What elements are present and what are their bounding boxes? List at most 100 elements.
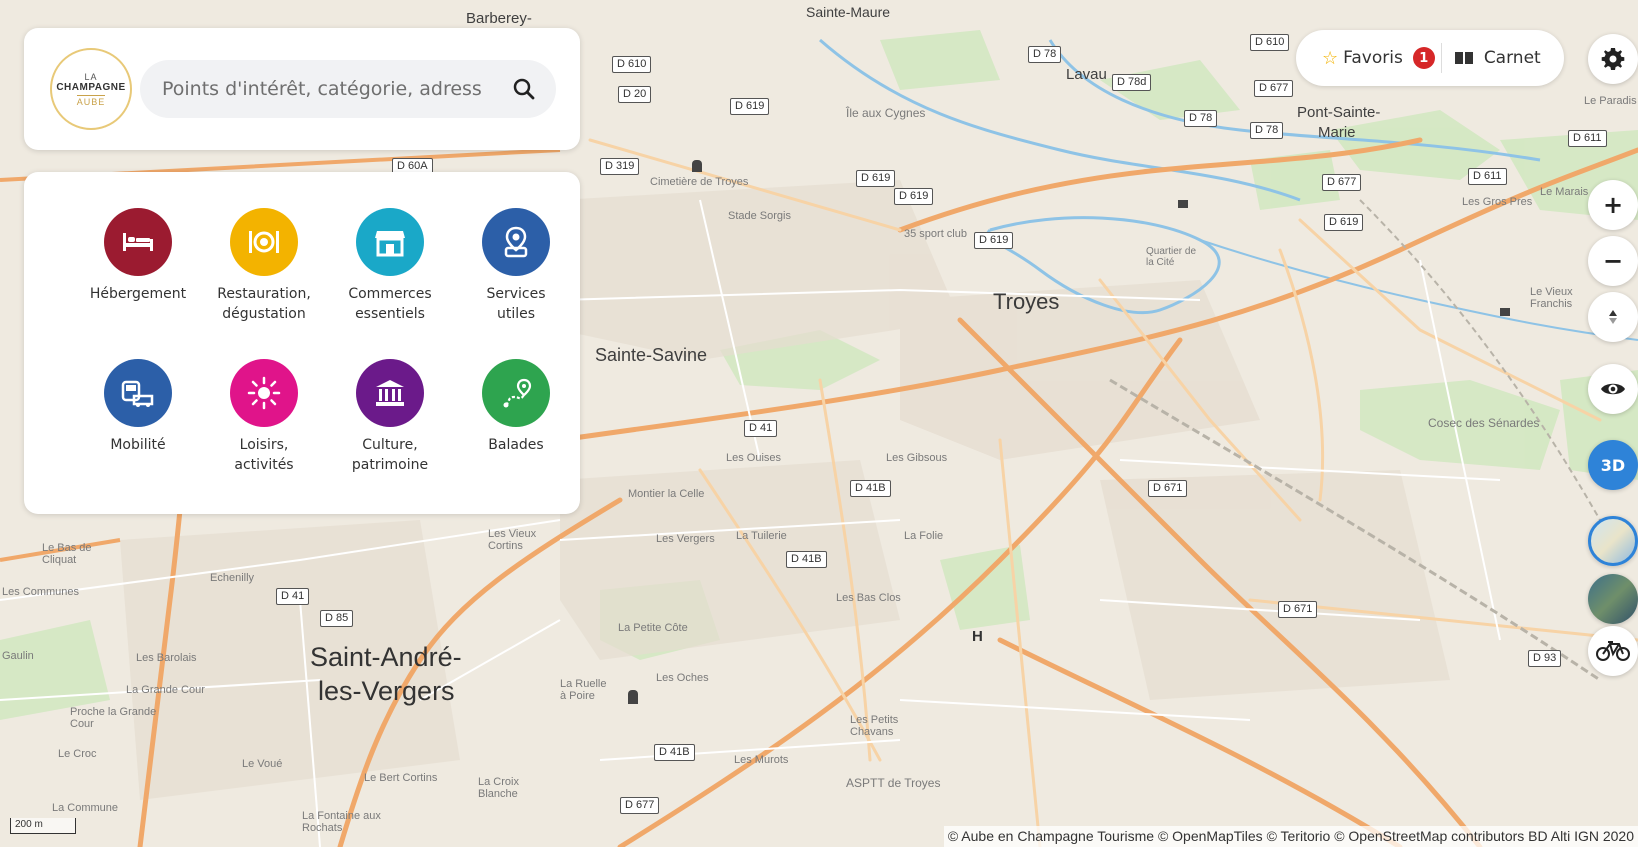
- map-label-la-grande-cour: La Grande Cour: [126, 684, 205, 696]
- search-input[interactable]: [162, 78, 482, 100]
- category-hebergement[interactable]: Hébergement: [72, 208, 204, 304]
- hospital-icon[interactable]: H: [972, 628, 983, 645]
- poi-marker-icon[interactable]: [692, 160, 702, 172]
- category-label: Mobilité: [110, 437, 166, 453]
- road-shield: D 78: [1028, 46, 1062, 63]
- road-shield: D 85: [320, 610, 354, 627]
- settings-button[interactable]: [1588, 34, 1638, 84]
- satellite-button[interactable]: [1588, 574, 1638, 624]
- scale-bar: 200 m: [10, 818, 76, 834]
- category-balades[interactable]: Balades: [450, 359, 582, 455]
- map-label-le-bas-de-cliquat: Le Bas de Cliquat: [42, 542, 92, 566]
- map-label-la-commune: La Commune: [52, 802, 119, 814]
- road-shield: D 41: [276, 588, 310, 605]
- route-icon: [503, 378, 532, 408]
- category-label: Restauration, dégustation: [217, 286, 311, 322]
- category-restauration[interactable]: Restauration, dégustation: [198, 208, 330, 324]
- map-label-les-gibsous: Les Gibsous: [886, 452, 948, 464]
- road-shield: D 671: [1148, 480, 1188, 497]
- map-label-proche-la-grande-cour: Proche la Grande Cour: [70, 706, 157, 730]
- map-label-le-croc: Le Croc: [58, 748, 97, 760]
- poi-marker-icon[interactable]: [1178, 200, 1188, 208]
- minus-icon: −: [1602, 247, 1624, 275]
- road-shield: D 610: [1250, 34, 1290, 51]
- search-icon[interactable]: [510, 75, 538, 103]
- map-label-saint-andre-1: Saint-André-: [310, 642, 462, 672]
- map-label-troyes: Troyes: [993, 289, 1060, 314]
- poi-marker-icon[interactable]: [628, 690, 638, 704]
- map-style-button[interactable]: [1588, 516, 1638, 566]
- map-label-sainte-maure: Sainte-Maure: [806, 4, 891, 20]
- map-label-le-paradis: Le Paradis: [1584, 95, 1637, 107]
- road-shield: D 619: [856, 170, 896, 187]
- road-shield: D 619: [730, 98, 770, 115]
- map-label-les-murots: Les Murots: [734, 754, 789, 766]
- map-label-les-petits-chavans: Les Petits Chavans: [850, 714, 899, 738]
- map-label-pont-sainte-2: Marie: [1318, 124, 1356, 141]
- poi-marker-icon[interactable]: [1500, 308, 1510, 316]
- map-label-les-barolais: Les Barolais: [136, 652, 197, 664]
- map-label-35-sport-club: 35 sport club: [904, 228, 967, 240]
- map-label-le-marais: Le Marais: [1540, 186, 1589, 198]
- zoom-in-button[interactable]: +: [1588, 180, 1638, 230]
- compass-icon: [1609, 310, 1617, 324]
- map-label-la-folie: La Folie: [904, 530, 944, 542]
- map-label-les-vieux-cortins: Les Vieux Cortins: [488, 528, 537, 552]
- map-label-sainte-savine: Sainte-Savine: [595, 345, 708, 365]
- map-label-montier: Montier la Celle: [628, 488, 705, 500]
- map-label-cosec: Cosec des Sénardes: [1428, 416, 1540, 430]
- category-panel: Hébergement Restauration, dégustation Co…: [24, 172, 580, 514]
- bike-button[interactable]: [1588, 626, 1638, 676]
- gear-icon: [1601, 48, 1625, 70]
- la-champagne-aube-logo[interactable]: LA CHAMPAGNE AUBE: [50, 48, 132, 130]
- map-label-la-tuilerie: La Tuilerie: [736, 530, 787, 542]
- map-label-la-ruelle: La Ruelle à Poire: [560, 678, 607, 702]
- map-label-les-ouises: Les Ouises: [726, 452, 782, 464]
- favoris-button[interactable]: ☆ Favoris 1: [1322, 47, 1435, 69]
- road-shield: D 611: [1468, 168, 1507, 185]
- category-circle: [230, 208, 298, 276]
- bed-icon: [123, 233, 153, 251]
- map-label-barberey: Barberey-: [466, 10, 532, 27]
- road-shield: D 41: [744, 420, 778, 437]
- carnet-button[interactable]: Carnet: [1454, 48, 1541, 68]
- category-circle: [356, 359, 424, 427]
- three-d-button[interactable]: 3D: [1588, 440, 1638, 490]
- map-pin-icon: [504, 226, 528, 258]
- road-shield: D 78: [1184, 110, 1218, 127]
- map-attribution: © Aube en Champagne Tourisme © OpenMapTi…: [943, 826, 1638, 847]
- road-shield: D 41B: [654, 744, 695, 761]
- map-label-la-fontaine: La Fontaine aux Rochats: [302, 810, 381, 834]
- map-label-stade: Stade Sorgis: [728, 210, 791, 222]
- search-panel: LA CHAMPAGNE AUBE: [24, 28, 580, 150]
- category-services[interactable]: Services utiles: [450, 208, 582, 324]
- compass-button[interactable]: [1588, 292, 1638, 342]
- category-culture[interactable]: Culture, patrimoine: [324, 359, 456, 475]
- eye-icon: [1601, 383, 1625, 395]
- visibility-button[interactable]: [1588, 364, 1638, 414]
- map-label-quartier-cite: Quartier de la Cité: [1146, 246, 1197, 268]
- category-label: Services utiles: [486, 286, 546, 322]
- map-label-pont-sainte-1: Pont-Sainte-: [1297, 104, 1381, 121]
- category-mobilite[interactable]: Mobilité: [72, 359, 204, 455]
- road-shield: D 78: [1250, 122, 1284, 139]
- search-box[interactable]: [140, 60, 556, 118]
- map-label-saint-andre-2: les-Vergers: [318, 676, 455, 706]
- star-icon: ☆: [1322, 47, 1339, 69]
- road-shield: D 619: [894, 188, 934, 205]
- category-label: Loisirs, activités: [234, 437, 294, 473]
- road-shield: D 619: [1324, 214, 1364, 231]
- book-icon: [1454, 52, 1473, 64]
- category-commerces[interactable]: Commerces essentiels: [324, 208, 456, 324]
- favoris-count-badge: 1: [1412, 47, 1435, 69]
- map-label-le-vieux-franchis: Le Vieux Franchis: [1530, 286, 1573, 310]
- road-shield: D 677: [1254, 80, 1294, 97]
- road-shield: D 319: [600, 158, 640, 175]
- road-shield: D 93: [1528, 650, 1562, 667]
- logo-line-2: CHAMPAGNE: [56, 81, 126, 93]
- category-loisirs[interactable]: Loisirs, activités: [198, 359, 330, 475]
- zoom-out-button[interactable]: −: [1588, 236, 1638, 286]
- map-label-gaulin: Gaulin: [2, 650, 34, 662]
- category-circle: [482, 208, 550, 276]
- map-label-le-voue: Le Voué: [242, 758, 283, 770]
